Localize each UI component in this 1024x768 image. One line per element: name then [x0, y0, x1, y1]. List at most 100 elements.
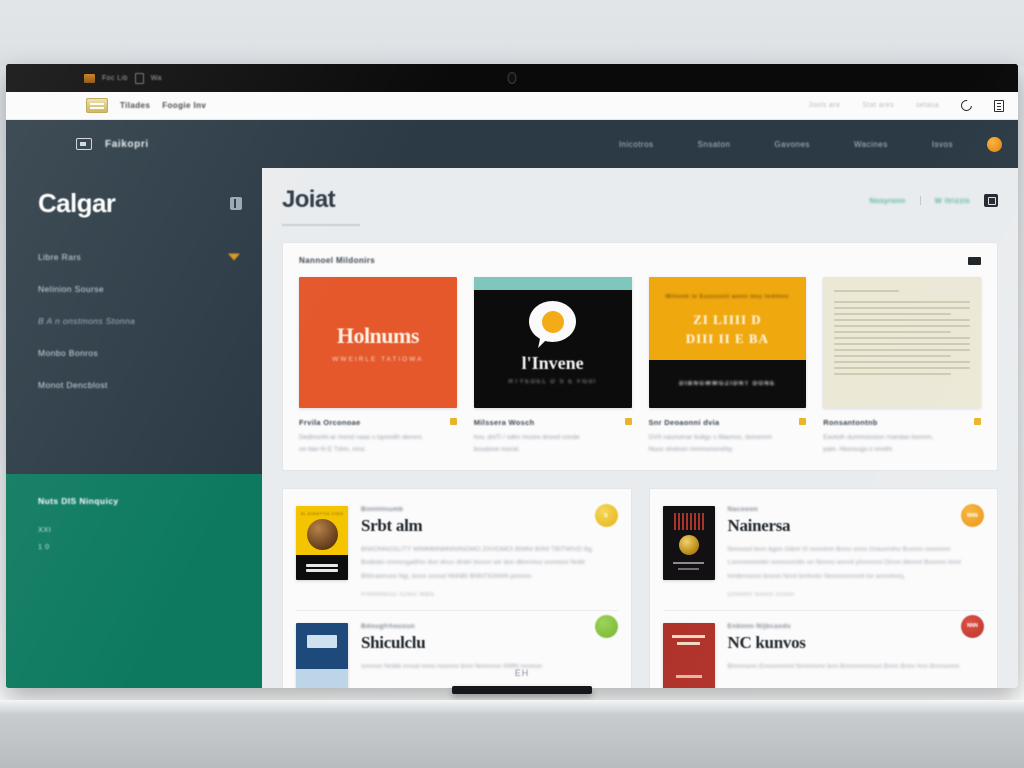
item-thumbnail: SL EIAGTTIC FIEG [296, 506, 348, 581]
item-kicker: Bnnintnumb [361, 506, 404, 514]
os-app-label: Foc Lib [102, 74, 128, 82]
book-card[interactable]: Ronsantontnb Eavtoth dummonoion mandan b… [823, 277, 981, 456]
menu-icon[interactable] [994, 99, 1004, 112]
sidebar-title: Calgar [38, 188, 116, 218]
item-badge[interactable]: G [594, 504, 618, 528]
thumb-subtitle-line [677, 641, 700, 645]
browser-item-0[interactable]: Jools are [808, 102, 840, 109]
sidebar-item-2[interactable]: B A n onstmons Stonna [6, 305, 262, 337]
sidebar-item-4[interactable]: Monot Dencblost [6, 369, 262, 401]
thumb-block [307, 634, 337, 648]
thumb-footer-band [296, 668, 348, 688]
browser-tab-label[interactable]: Tilades [120, 101, 150, 110]
bookmark-icon[interactable] [86, 98, 108, 113]
medallion-icon [678, 535, 699, 556]
photo-scene: Foc Lib Wa Tilades Foogie Inv Jools are … [0, 0, 1024, 768]
card-title: Ronsantontnb [823, 418, 878, 427]
os-titlebar: Foc Lib Wa [6, 64, 1018, 92]
more-icon[interactable] [968, 256, 981, 265]
nav-item-3[interactable]: Wacines [832, 140, 910, 149]
cover-subtitle: RTYEDEL D S E FGol [508, 379, 597, 385]
card-title-row: Ronsantontnb [823, 408, 981, 427]
featured-cards: Holnums WWEIRLE TATIOWA Frvila Orconoae … [299, 277, 981, 456]
list-column-left: SL EIAGTTIC FIEG Bnnintnumb Srbt alm BNI… [282, 488, 632, 688]
status-badge [624, 418, 632, 425]
item-kicker: Enbnnn Nljbcaods [727, 622, 791, 630]
book-cover: Milinnm le Eusszonit wenn mny tommnn ZI … [648, 277, 807, 408]
cover-title: ZI LIIII D [693, 312, 762, 327]
page-meta-left[interactable]: Nosyronn [869, 196, 905, 205]
app-viewport: Faikopri Inicotros Snsaton Gavones Wacin… [6, 120, 1018, 688]
browser-item-2[interactable]: setasa [916, 102, 939, 109]
os-badge-icon [134, 72, 144, 84]
chevron-down-icon[interactable] [228, 253, 240, 261]
item-kicker: Nacooon [727, 506, 759, 514]
item-title: Nainersa [727, 516, 791, 536]
sidebar-item-1[interactable]: Nelinion Sourse [6, 273, 262, 305]
cover-text-line [834, 349, 970, 351]
browser-toolbar: Tilades Foogie Inv Jools are Stat ares s… [6, 92, 1018, 120]
item-title: NC kunvos [727, 632, 806, 652]
top-nav: Inicotros Snsaton Gavones Wacines Isvos [597, 136, 1002, 152]
cover-text-line [834, 331, 951, 333]
sidebar-item-3[interactable]: Monbo Bonros [6, 337, 262, 369]
nav-item-1[interactable]: Snsaton [676, 140, 753, 149]
thumb-footer-line [675, 674, 702, 678]
browser-item-1[interactable]: Stat ares [862, 102, 894, 109]
nav-item-0[interactable]: Inicotros [597, 140, 676, 149]
book-card[interactable]: Holnums WWEIRLE TATIOWA Frvila Orconoae … [299, 277, 457, 456]
monitor-screen: Foc Lib Wa Tilades Foogie Inv Jools are … [6, 64, 1018, 688]
item-desc-line-1: BNIIONNGSLITY WIMMMNMNNIINGMO ZIIVIOMOI … [361, 546, 592, 554]
cover-accent-strip [473, 277, 632, 290]
thumb-bars [663, 513, 715, 531]
sidebar-header: Calgar [6, 168, 262, 219]
collapse-icon[interactable] [230, 197, 242, 210]
monitor-stand [452, 686, 592, 694]
brand[interactable]: Faikopri [76, 138, 149, 150]
cover-text-line [834, 307, 970, 309]
item-desc: BNIIONNGSLITY WIMMMNMNNIINGMO ZIIVIOMOI … [361, 543, 596, 583]
cover-text-line [834, 373, 951, 375]
list-item[interactable]: SL EIAGTTIC FIEG Bnnintnumb Srbt alm BNI… [296, 500, 618, 610]
cover-text-line [834, 361, 970, 363]
list-item[interactable]: Enbnnn Nljbcaods NC kunvos Bnnnnonn Enon… [662, 609, 984, 688]
expand-icon[interactable] [984, 194, 998, 207]
page-meta: Nosyronn W Itrizzis [869, 186, 998, 207]
status-badge [974, 418, 981, 425]
cover-text-line [834, 355, 951, 357]
nav-item-2[interactable]: Gavones [752, 140, 832, 149]
thumb-header: SL EIAGTTIC FIEG [300, 511, 344, 517]
list-item[interactable]: Nacooon Nainersa Nnnooot bnm bgon Gibnt … [662, 500, 984, 610]
item-badge[interactable]: NNN [961, 614, 984, 638]
cover-text-line [834, 313, 951, 315]
cover-kicker: Milinnm le Eusszonit wenn mny tommnn [665, 294, 790, 300]
item-body: Bdougfrhousun Shiculclu snnnon Nnbbi mno… [361, 623, 618, 688]
camera-icon [507, 72, 517, 84]
reload-icon[interactable] [958, 97, 975, 114]
item-thumbnail [662, 506, 715, 581]
app-logo-icon [76, 138, 92, 150]
thumb-subtitle-line [677, 568, 700, 571]
item-title: Srbt alm [361, 516, 423, 536]
thumb-band [296, 555, 348, 581]
sidebar-nav: Libre Rars Nelinion Sourse B A n onstmon… [6, 219, 262, 474]
nav-item-4[interactable]: Isvos [910, 140, 975, 149]
page-title: Joiat [282, 186, 360, 226]
book-card[interactable]: l'Invene RTYEDEL D S E FGol Milssera Wos… [473, 277, 632, 456]
item-thumbnail [296, 622, 348, 688]
list-column-right: Nacooon Nainersa Nnnooot bnm bgon Gibnt … [648, 488, 998, 688]
browser-tab-label-2[interactable]: Foogie Inv [162, 101, 206, 110]
desk-surface [0, 700, 1024, 768]
sidebar-item-0[interactable]: Libre Rars [6, 241, 262, 273]
thumb-title-line [672, 562, 705, 565]
page-meta-right[interactable]: W Itrizzis [935, 196, 970, 205]
cover-footer-band: DIBNGMWGZIDNT DONE [648, 360, 807, 408]
item-desc-line-2: Bodiobn mnnosgatthin don dnus dinbri bov… [361, 559, 543, 567]
user-avatar[interactable] [987, 136, 1002, 152]
item-badge[interactable]: NNN [961, 504, 984, 528]
book-card[interactable]: Milinnm le Eusszonit wenn mny tommnn ZI … [648, 277, 807, 456]
item-desc-line-2: Lonnonnnmbn nonnonmttv on Nnnno wnnnt ph… [727, 559, 923, 567]
item-badge[interactable] [594, 614, 618, 638]
os-badge-label: Wa [150, 74, 162, 82]
sidebar-panel-title: Nuts DIS Ninquicy [38, 496, 119, 506]
